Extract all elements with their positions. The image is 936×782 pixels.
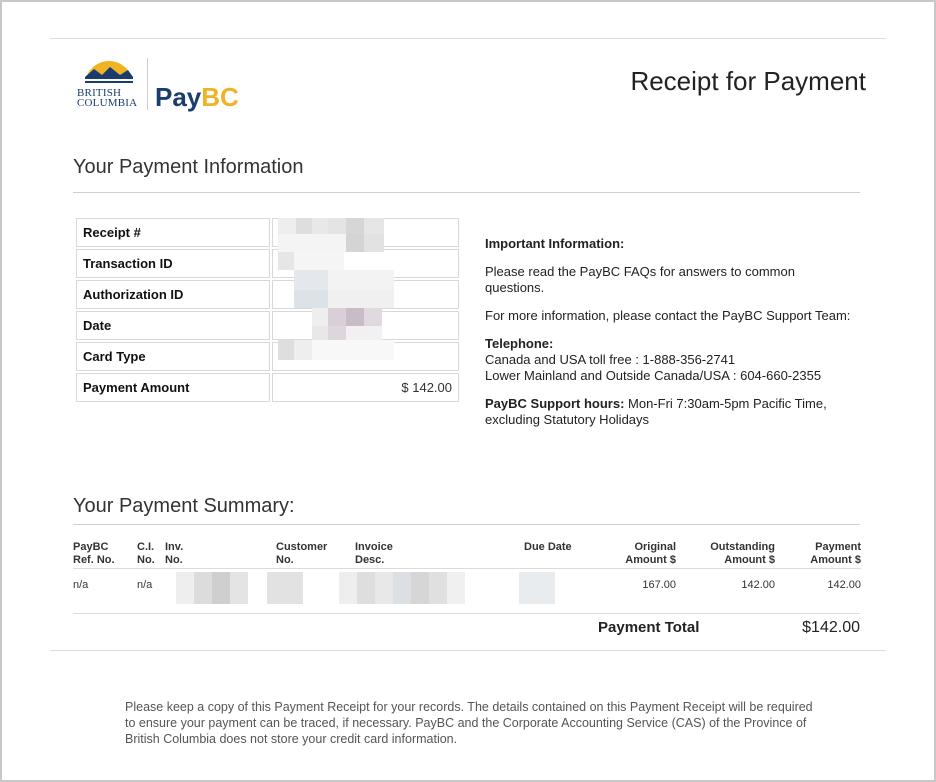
- redacted-info-values: [278, 218, 396, 362]
- logo-divider: [147, 58, 148, 110]
- redacted-summary-values: [176, 572, 566, 606]
- cell-ref-no: n/a: [73, 568, 137, 599]
- cell-outstanding-amount: 142.00: [676, 568, 775, 599]
- info-row-card-type: Card Type: [76, 342, 459, 371]
- col-invoice-desc: Invoice Desc.: [355, 541, 393, 566]
- payment-summary-divider: [73, 524, 860, 525]
- col-outstanding-amount: Outstanding Amount $: [710, 541, 775, 566]
- cell-ci-no: n/a: [137, 568, 165, 599]
- info-row-date: Date: [76, 311, 459, 340]
- info-label: Transaction ID: [76, 249, 270, 278]
- payment-summary-heading: Your Payment Summary:: [73, 495, 295, 517]
- footer-note: Please keep a copy of this Payment Recei…: [125, 700, 813, 746]
- support-hours-label: PayBC Support hours:: [485, 396, 625, 411]
- info-label: Date: [76, 311, 270, 340]
- info-row-transaction: Transaction ID: [76, 249, 459, 278]
- support-hours: PayBC Support hours: Mon-Fri 7:30am-5pm …: [485, 396, 855, 428]
- page-title: Receipt for Payment: [630, 66, 866, 96]
- info-row-receipt: Receipt #: [76, 218, 459, 247]
- bc-logo-text: BRITISH COLUMBIA: [77, 87, 138, 109]
- cell-payment-amount: 142.00: [775, 568, 861, 599]
- info-label: Payment Amount: [76, 373, 270, 402]
- info-label: Authorization ID: [76, 280, 270, 309]
- col-due-date: Due Date: [524, 541, 572, 553]
- faq-text: Please read the PayBC FAQs for answers t…: [485, 264, 795, 295]
- info-row-payment-amount: Payment Amount $ 142.00: [76, 373, 459, 402]
- important-heading: Important Information:: [485, 236, 625, 251]
- col-inv-no: Inv. No.: [165, 541, 184, 566]
- top-divider: [50, 38, 886, 39]
- payment-total-label: Payment Total: [598, 619, 700, 636]
- bc-sun-logo-icon: [85, 61, 133, 85]
- important-info-panel: Important Information: Please read the P…: [485, 236, 855, 440]
- paybc-logo: PayBC: [155, 82, 239, 112]
- payment-amount-value: $ 142.00: [272, 373, 459, 402]
- info-label: Card Type: [76, 342, 270, 371]
- summary-header-row: PayBC Ref. No. C.I. No. Inv. No. Customer No…: [73, 540, 861, 569]
- contact-text: For more information, please contact the…: [485, 308, 851, 323]
- cell-original-amount: 167.00: [584, 568, 676, 599]
- col-ci-no: C.I. No.: [137, 541, 155, 566]
- payment-total-value: $142.00: [802, 619, 860, 636]
- telephone-heading: Telephone:: [485, 336, 554, 351]
- payment-info-table: Receipt # Transaction ID Authorization I…: [74, 216, 461, 404]
- info-label: Receipt #: [76, 218, 270, 247]
- footer-divider: [50, 650, 886, 651]
- info-row-authorization: Authorization ID: [76, 280, 459, 309]
- telephone-block: Telephone: Canada and USA toll free : 1-…: [485, 336, 855, 384]
- phone-line-1: Canada and USA toll free : 1-888-356-274…: [485, 352, 736, 367]
- col-ref-no: PayBC Ref. No.: [73, 541, 115, 566]
- col-customer-no: Customer No.: [276, 541, 328, 566]
- payment-info-heading: Your Payment Information: [73, 156, 304, 178]
- summary-bottom-divider: [73, 613, 860, 614]
- col-payment-amount: Payment Amount $: [810, 541, 861, 566]
- payment-info-divider: [73, 192, 860, 193]
- phone-line-2: Lower Mainland and Outside Canada/USA : …: [485, 368, 822, 383]
- col-original-amount: Original Amount $: [625, 541, 676, 566]
